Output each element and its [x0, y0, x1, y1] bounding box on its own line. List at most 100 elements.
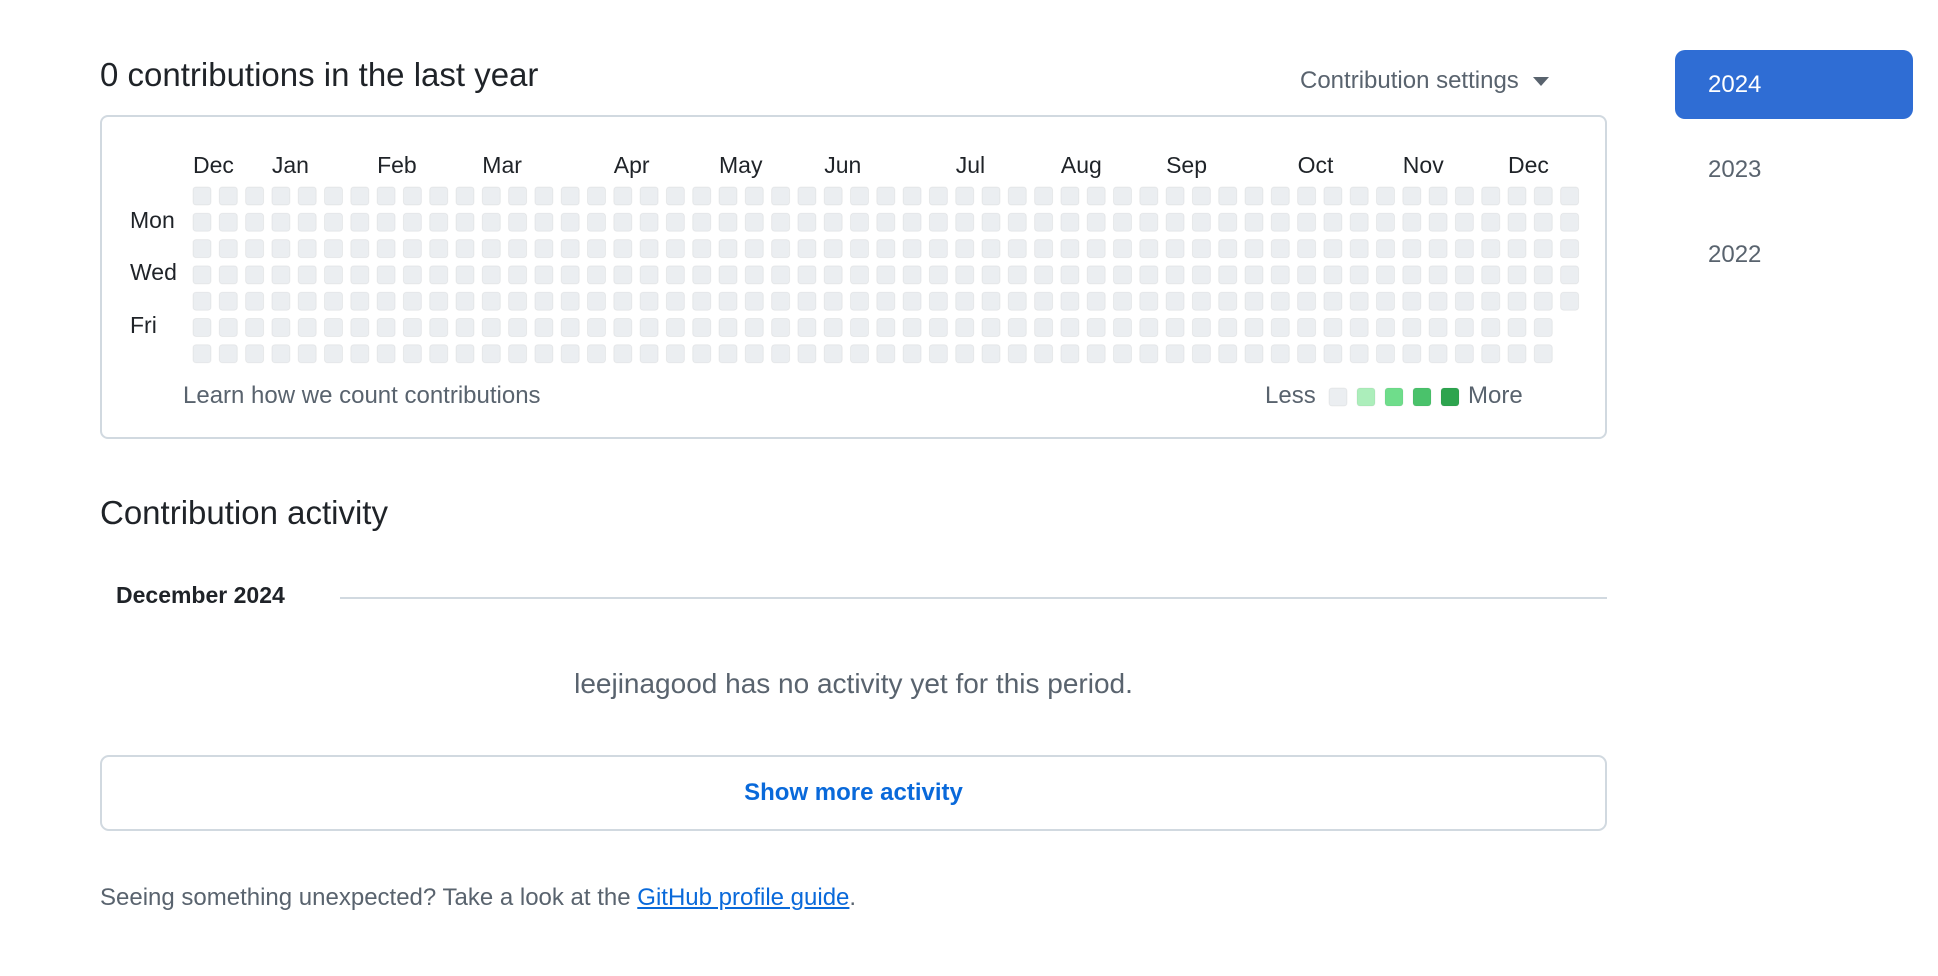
contribution-cell[interactable]: [639, 344, 659, 364]
contribution-cell[interactable]: [481, 318, 501, 337]
contribution-cell[interactable]: [534, 239, 554, 259]
contribution-cell[interactable]: [1060, 239, 1080, 259]
contribution-cell[interactable]: [1376, 291, 1395, 311]
contribution-cell[interactable]: [1376, 318, 1395, 337]
contribution-cell[interactable]: [1165, 212, 1185, 232]
contribution-cell[interactable]: [1034, 265, 1054, 285]
contribution-cell[interactable]: [1007, 239, 1027, 259]
contribution-cell[interactable]: [928, 344, 948, 364]
contribution-cell[interactable]: [797, 318, 817, 337]
contribution-cell[interactable]: [1323, 265, 1343, 285]
contribution-cell[interactable]: [1454, 291, 1474, 311]
contribution-cell[interactable]: [1402, 239, 1422, 259]
contribution-cell[interactable]: [1218, 265, 1238, 285]
contribution-cell[interactable]: [1218, 318, 1238, 337]
contribution-cell[interactable]: [1323, 212, 1343, 232]
contribution-cell[interactable]: [1034, 291, 1054, 311]
contribution-cell[interactable]: [1218, 239, 1238, 259]
github-profile-guide-link[interactable]: GitHub profile guide: [637, 884, 849, 911]
contribution-cell[interactable]: [718, 291, 738, 311]
contribution-cell[interactable]: [1191, 212, 1211, 232]
contribution-cell[interactable]: [587, 291, 606, 311]
contribution-cell[interactable]: [534, 212, 554, 232]
contribution-cell[interactable]: [1507, 239, 1527, 259]
contribution-cell[interactable]: [402, 318, 422, 337]
contribution-cell[interactable]: [481, 186, 501, 206]
contribution-cell[interactable]: [744, 186, 764, 206]
contribution-cell[interactable]: [1454, 212, 1474, 232]
contribution-cell[interactable]: [902, 265, 922, 285]
contribution-cell[interactable]: [1007, 318, 1027, 337]
contribution-cell[interactable]: [1560, 239, 1580, 259]
contribution-cell[interactable]: [1191, 186, 1211, 206]
contribution-cell[interactable]: [1507, 212, 1527, 232]
contribution-cell[interactable]: [981, 344, 1001, 364]
contribution-cell[interactable]: [823, 318, 843, 337]
contribution-cell[interactable]: [1007, 344, 1027, 364]
contribution-cell[interactable]: [245, 291, 265, 311]
contribution-cell[interactable]: [850, 344, 869, 364]
contribution-cell[interactable]: [534, 318, 554, 337]
contribution-cell[interactable]: [1060, 291, 1080, 311]
contribution-cell[interactable]: [271, 239, 291, 259]
contribution-cell[interactable]: [297, 291, 317, 311]
contribution-cell[interactable]: [560, 318, 580, 337]
contribution-cell[interactable]: [218, 239, 238, 259]
contribution-cell[interactable]: [928, 265, 948, 285]
contribution-cell[interactable]: [850, 265, 869, 285]
contribution-cell[interactable]: [402, 186, 422, 206]
contribution-cell[interactable]: [981, 318, 1001, 337]
contribution-cell[interactable]: [665, 239, 685, 259]
contribution-cell[interactable]: [587, 239, 606, 259]
contribution-cell[interactable]: [1454, 344, 1474, 364]
contribution-cell[interactable]: [1034, 239, 1054, 259]
contribution-cell[interactable]: [955, 186, 975, 206]
contribution-cell[interactable]: [902, 186, 922, 206]
contribution-cell[interactable]: [1297, 344, 1317, 364]
contribution-cell[interactable]: [455, 265, 475, 285]
contribution-cell[interactable]: [823, 239, 843, 259]
contribution-cell[interactable]: [981, 239, 1001, 259]
contribution-cell[interactable]: [508, 239, 528, 259]
contribution-cell[interactable]: [297, 212, 317, 232]
contribution-cell[interactable]: [1349, 239, 1369, 259]
contribution-cell[interactable]: [902, 291, 922, 311]
contribution-cell[interactable]: [1402, 212, 1422, 232]
contribution-cell[interactable]: [218, 344, 238, 364]
contribution-cell[interactable]: [481, 239, 501, 259]
contribution-cell[interactable]: [1428, 344, 1448, 364]
contribution-cell[interactable]: [692, 212, 712, 232]
contribution-cell[interactable]: [1297, 186, 1317, 206]
contribution-cell[interactable]: [744, 318, 764, 337]
contribution-cell[interactable]: [744, 265, 764, 285]
contribution-cell[interactable]: [981, 291, 1001, 311]
contribution-cell[interactable]: [1191, 239, 1211, 259]
contribution-cell[interactable]: [1323, 318, 1343, 337]
contribution-cell[interactable]: [771, 186, 791, 206]
contribution-cell[interactable]: [850, 291, 869, 311]
contribution-cell[interactable]: [823, 291, 843, 311]
contribution-cell[interactable]: [402, 265, 422, 285]
contribution-cell[interactable]: [455, 212, 475, 232]
contribution-cell[interactable]: [1349, 291, 1369, 311]
contribution-cell[interactable]: [1297, 291, 1317, 311]
contribution-cell[interactable]: [797, 344, 817, 364]
contribution-cell[interactable]: [271, 212, 291, 232]
contribution-cell[interactable]: [771, 291, 791, 311]
contribution-cell[interactable]: [1270, 212, 1290, 232]
contribution-cell[interactable]: [1113, 318, 1132, 337]
contribution-cell[interactable]: [350, 265, 370, 285]
contribution-cell[interactable]: [876, 291, 896, 311]
contribution-cell[interactable]: [324, 186, 343, 206]
contribution-cell[interactable]: [1481, 186, 1501, 206]
contribution-cell[interactable]: [692, 291, 712, 311]
show-more-activity-button[interactable]: Show more activity: [100, 755, 1607, 831]
contribution-cell[interactable]: [192, 186, 212, 206]
contribution-cell[interactable]: [1034, 318, 1054, 337]
contribution-cell[interactable]: [876, 186, 896, 206]
contribution-cell[interactable]: [192, 344, 212, 364]
contribution-cell[interactable]: [1165, 239, 1185, 259]
contribution-cell[interactable]: [1034, 186, 1054, 206]
contribution-cell[interactable]: [744, 239, 764, 259]
contribution-cell[interactable]: [192, 239, 212, 259]
